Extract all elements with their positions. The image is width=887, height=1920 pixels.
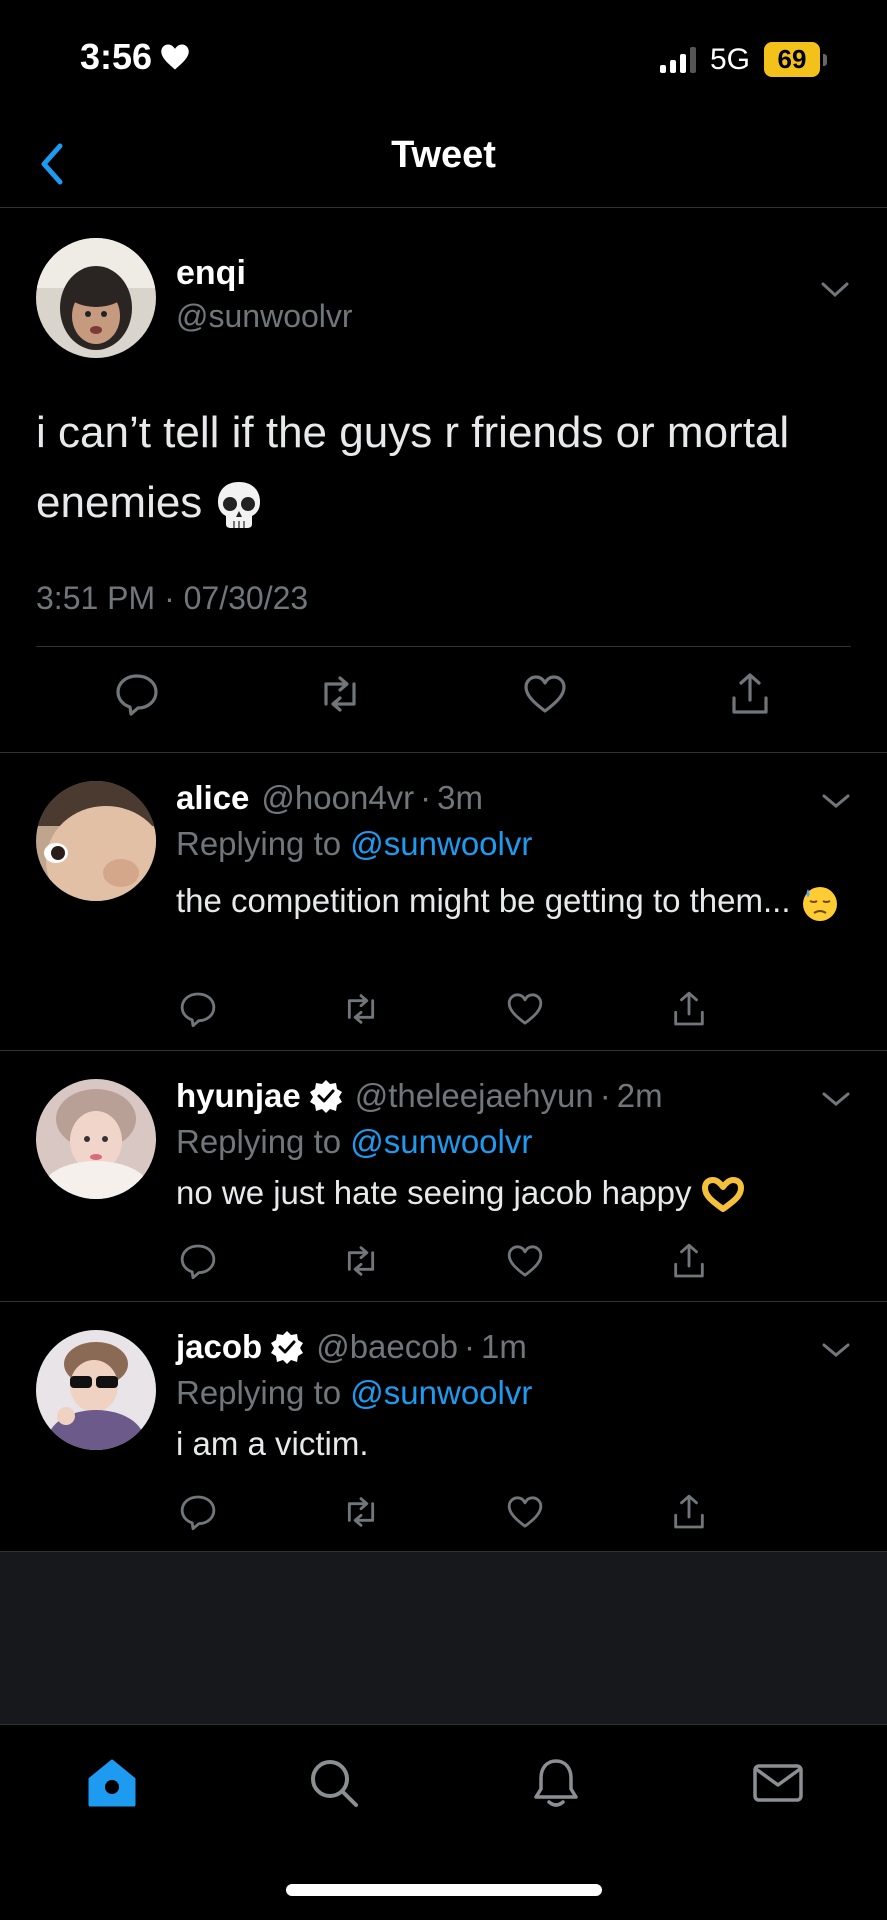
mention-link[interactable]: @sunwoolvr [350, 1123, 532, 1160]
home-indicator[interactable] [286, 1884, 602, 1896]
reply-tweet[interactable]: jacob @baecob · 1m Replying to @sunwoolv… [0, 1302, 887, 1552]
tweet-text-body: i can’t tell if the guys r friends or mo… [36, 408, 790, 527]
share-icon[interactable] [669, 1241, 709, 1281]
reply-time: 2m [616, 1077, 663, 1114]
mail-icon[interactable] [750, 1755, 806, 1811]
reply-actions [0, 1492, 887, 1536]
reply-header: hyunjae @theleejaehyun · 2m [176, 1077, 663, 1115]
share-icon[interactable] [669, 1492, 709, 1532]
dot-separator: · [599, 1077, 611, 1114]
replying-to: Replying to @sunwoolvr [176, 1123, 532, 1161]
reply-text-body: the competition might be getting to them… [176, 882, 791, 919]
chevron-down-icon[interactable] [819, 278, 851, 300]
mention-link[interactable]: @sunwoolvr [350, 1374, 532, 1411]
like-icon[interactable] [505, 989, 545, 1029]
replying-prefix: Replying to [176, 825, 342, 862]
tweet-timestamp: 3:51 PM · 07/30/23 [36, 580, 309, 616]
reply-actions [0, 1241, 887, 1285]
share-icon[interactable] [669, 989, 709, 1029]
replying-prefix: Replying to [176, 1123, 342, 1160]
share-icon[interactable] [726, 670, 774, 718]
reply-author-handle[interactable]: @baecob [316, 1328, 458, 1366]
reply-text: i am a victim. [176, 1425, 369, 1462]
chevron-down-icon[interactable] [821, 1089, 851, 1109]
verified-badge-icon [271, 1331, 304, 1364]
author-handle[interactable]: @sunwoolvr [176, 298, 353, 335]
downcast-sweat-emoji-icon [802, 887, 837, 922]
reply-tweet[interactable]: hyunjae @theleejaehyun · 2m Replying to … [0, 1051, 887, 1302]
like-icon[interactable] [521, 670, 569, 718]
divider [36, 646, 851, 647]
skull-emoji-icon [217, 482, 260, 529]
author-name[interactable]: enqi [176, 254, 246, 293]
replying-to: Replying to @sunwoolvr [176, 1374, 532, 1412]
reply-text: no we just hate seeing jacob happy [176, 1169, 856, 1217]
reply-icon[interactable] [178, 1492, 218, 1532]
avatar[interactable] [36, 238, 156, 358]
tweet-actions [0, 670, 887, 750]
page-title: Tweet [391, 134, 496, 176]
reply-time: 1m [480, 1328, 527, 1365]
avatar[interactable] [36, 1330, 156, 1450]
chevron-down-icon[interactable] [821, 791, 851, 811]
status-indicators: 5G 69 [659, 42, 827, 77]
dot-separator: · [463, 1328, 475, 1365]
reply-icon[interactable] [113, 670, 161, 718]
reply-icon[interactable] [178, 989, 218, 1029]
empty-area [0, 1552, 887, 1724]
mention-link[interactable]: @sunwoolvr [350, 825, 532, 862]
reply-time: 3m [437, 779, 484, 816]
replying-to: Replying to @sunwoolvr [176, 825, 532, 863]
like-icon[interactable] [505, 1241, 545, 1281]
reply-author-handle[interactable]: @theleejaehyun [355, 1077, 594, 1115]
reply-author-name[interactable]: alice [176, 779, 249, 817]
nav-header: Tweet [0, 120, 887, 208]
avatar[interactable] [36, 1079, 156, 1199]
retweet-icon[interactable] [341, 989, 381, 1029]
reply-header: jacob @baecob · 1m [176, 1328, 527, 1366]
battery-icon: 69 [764, 42, 827, 77]
reply-author-handle[interactable]: @hoon4vr [261, 779, 414, 817]
signal-icon [659, 46, 696, 73]
retweet-icon[interactable] [341, 1492, 381, 1532]
retweet-icon[interactable] [341, 1241, 381, 1281]
clock: 3:56 [80, 36, 153, 77]
main-tweet: enqi @sunwoolvr i can’t tell if the guys… [0, 208, 887, 753]
heart-icon [161, 44, 189, 70]
search-icon[interactable] [306, 1755, 362, 1811]
like-icon[interactable] [505, 1492, 545, 1532]
reply-header: alice @hoon4vr · 3m [176, 779, 483, 817]
status-time: 3:56 [80, 36, 190, 78]
bell-icon[interactable] [528, 1755, 584, 1811]
home-icon[interactable] [84, 1755, 140, 1811]
tweet-text: i can’t tell if the guys r friends or mo… [36, 398, 856, 538]
heart-hands-emoji-icon [701, 1177, 744, 1213]
reply-author-name[interactable]: hyunjae [176, 1077, 301, 1115]
reply-text-body: no we just hate seeing jacob happy [176, 1174, 692, 1211]
reply-tweet[interactable]: alice @hoon4vr · 3m Replying to @sunwool… [0, 753, 887, 1051]
battery-level: 69 [764, 42, 820, 77]
tab-bar [0, 1724, 887, 1920]
reply-icon[interactable] [178, 1241, 218, 1281]
reply-author-name[interactable]: jacob [176, 1328, 262, 1366]
reply-actions [0, 989, 887, 1033]
retweet-icon[interactable] [316, 670, 364, 718]
verified-badge-icon [309, 1080, 342, 1113]
network-label: 5G [709, 42, 750, 76]
chevron-down-icon[interactable] [821, 1340, 851, 1360]
dot-separator: · [420, 779, 432, 816]
avatar[interactable] [36, 781, 156, 901]
status-bar: 3:56 5G 69 [0, 0, 887, 120]
reply-text: the competition might be getting to them… [176, 877, 856, 925]
replying-prefix: Replying to [176, 1374, 342, 1411]
